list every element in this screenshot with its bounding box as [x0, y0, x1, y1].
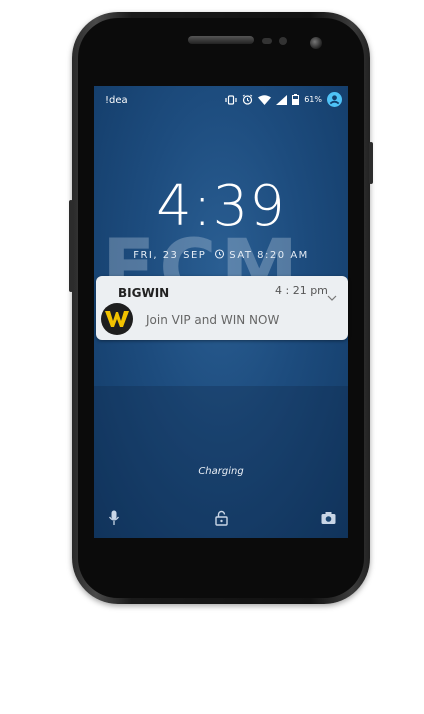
lock-clock: 4:39 [156, 174, 286, 239]
alarm-text: SAT 8:20 AM [229, 249, 309, 261]
notification-time: 4 : 21 pm [275, 284, 328, 297]
battery-percent: 61% [304, 95, 322, 104]
camera-icon[interactable] [321, 510, 336, 529]
wifi-icon [258, 94, 272, 105]
light-sensor [279, 37, 287, 45]
date-text: FRI, 23 SEP [133, 249, 207, 261]
alarm-icon [242, 94, 253, 105]
user-icon[interactable] [327, 92, 342, 107]
status-icons: 61% [225, 92, 342, 107]
date-alarm-row: FRI, 23 SEP SAT 8:20 AM [94, 248, 348, 262]
status-bar: !dea 61% [94, 86, 348, 114]
battery-icon [292, 94, 300, 105]
next-alarm-icon [214, 248, 225, 262]
carrier-name: !dea [105, 95, 128, 106]
notification-card[interactable]: BIGWIN 4 : 21 pm Join VIP and WIN NOW [96, 276, 348, 340]
vibrate-icon [225, 94, 237, 105]
earpiece-speaker [188, 36, 254, 44]
charging-status: Charging [198, 466, 244, 477]
notification-message: Join VIP and WIN NOW [146, 313, 280, 327]
chevron-down-icon[interactable] [327, 287, 337, 306]
power-button [369, 142, 373, 184]
bigwin-logo-icon [101, 303, 133, 335]
front-camera [310, 37, 322, 49]
mic-icon[interactable] [108, 510, 120, 530]
volume-button [69, 200, 73, 292]
signal-icon [276, 94, 288, 105]
proximity-sensor [262, 38, 272, 44]
notification-app-name: BIGWIN [118, 286, 170, 300]
lock-icon[interactable] [215, 510, 228, 530]
